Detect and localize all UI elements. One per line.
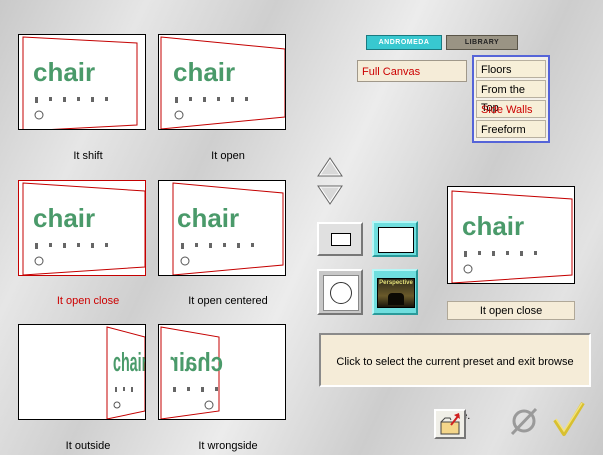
open-folder-icon [440, 413, 460, 435]
thumb-open-close-art: chair [22, 182, 145, 275]
thumbnail-label: It open [211, 150, 245, 162]
perspective-button[interactable]: Perspective [372, 269, 418, 315]
confirm-button[interactable] [552, 400, 586, 438]
perspective-label: Perspective [379, 280, 413, 286]
thumb-wrongside-art: chair [160, 326, 223, 419]
large-rect-icon [378, 227, 414, 253]
tab-andromeda[interactable]: ANDROMEDA [366, 35, 442, 50]
thumb-logo-text: chair [113, 349, 146, 378]
thumb-logo-text: chair [177, 203, 239, 233]
menu-item-from-the-top[interactable]: From the Top [476, 80, 546, 114]
small-frame-button[interactable] [317, 222, 363, 256]
menu-item-side-walls[interactable]: Side Walls [476, 100, 546, 118]
info-message: Click to select the current preset and e… [319, 333, 591, 422]
thumb-shift-art: chair [22, 36, 138, 129]
checkmark-icon [553, 401, 585, 436]
silhouette-shape [388, 293, 404, 305]
circle-icon [330, 282, 352, 304]
thumbnail-label: It shift [73, 150, 103, 162]
triangle-down-icon [317, 185, 343, 205]
cancel-button[interactable] [508, 404, 540, 438]
thumbnail-label: It outside [65, 440, 111, 452]
thumb-logo-text: chair [462, 211, 524, 241]
cancel-icon [510, 407, 538, 436]
menu-item-freeform[interactable]: Freeform [476, 120, 546, 138]
category-menu: Floors From the Top Side Walls Freeform [472, 55, 550, 143]
thumbnail-it-outside[interactable]: chair [18, 324, 146, 420]
preset-field[interactable]: Full Canvas [357, 60, 467, 82]
thumb-outside-art: chair [106, 326, 146, 419]
open-folder-button[interactable] [434, 409, 466, 439]
thumbnail-label: It open centered [188, 295, 268, 307]
large-frame-button[interactable] [372, 221, 418, 257]
thumb-open-centered-art: chair [172, 182, 284, 275]
thumbnail-it-shift[interactable]: chair [18, 34, 146, 130]
circle-frame-button[interactable] [317, 269, 363, 315]
scroll-down-button[interactable] [316, 184, 344, 206]
preview-image: chair [447, 186, 575, 284]
thumb-open-art: chair [160, 36, 285, 129]
thumbnail-it-open-centered[interactable]: chair [158, 180, 286, 276]
thumbnail-label-selected: It open close [56, 295, 120, 307]
thumb-logo-text: chair [170, 348, 223, 377]
tab-library[interactable]: LIBRARY [446, 35, 518, 50]
preview-art: chair [451, 190, 573, 283]
circle-canvas-icon [323, 275, 359, 311]
thumb-logo-text: chair [173, 57, 235, 87]
thumbnail-label: It wrongside [198, 440, 258, 452]
triangle-up-icon [317, 157, 343, 177]
perspective-image-icon: Perspective [377, 278, 415, 308]
thumb-logo-text: chair [33, 203, 95, 233]
scroll-up-button[interactable] [316, 156, 344, 178]
thumbnail-it-wrongside[interactable]: chair [158, 324, 286, 420]
thumb-logo-text: chair [33, 57, 95, 87]
thumbnail-it-open[interactable]: chair [158, 34, 286, 130]
small-rect-icon [331, 233, 351, 246]
menu-item-floors[interactable]: Floors [476, 60, 546, 78]
preview-label: It open close [447, 301, 575, 320]
thumbnail-it-open-close[interactable]: chair [18, 180, 146, 276]
